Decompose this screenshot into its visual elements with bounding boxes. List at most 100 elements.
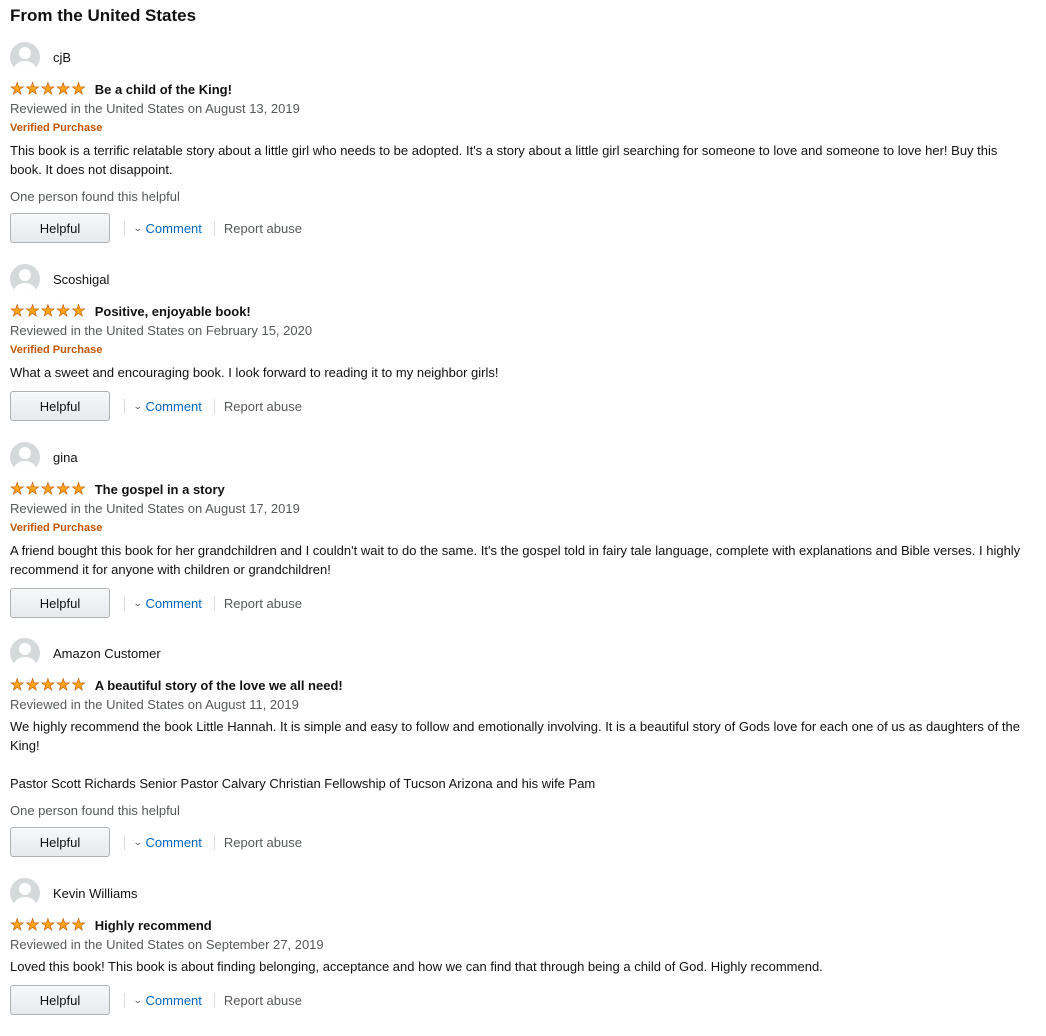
reviewer-profile[interactable]: cjB (10, 41, 1036, 73)
default-profile-avatar-icon (10, 878, 40, 908)
star-rating[interactable]: ★ ★ ★ ★ ★ (10, 302, 86, 320)
review-actions: Helpful ⌄ Comment Report abuse (10, 985, 1036, 1015)
default-profile-avatar-icon (10, 264, 40, 294)
comment-toggle[interactable]: ⌄ Comment (132, 992, 202, 1008)
review-paragraph: What a sweet and encouraging book. I loo… (10, 365, 499, 380)
review-title[interactable]: The gospel in a story (95, 482, 225, 497)
review: Kevin Williams ★ ★ ★ ★ ★ Highly recommend Revie… (10, 877, 1036, 1015)
star-icon: ★ (71, 480, 86, 498)
verified-purchase-badge: Verified Purchase (10, 522, 103, 534)
section-title: From the United States (10, 6, 197, 25)
review-date: Reviewed in the United States on August … (10, 101, 300, 116)
star-icon: ★ (56, 916, 71, 934)
review-title[interactable]: A beautiful story of the love we all nee… (95, 678, 343, 693)
star-icon: ★ (40, 480, 56, 498)
review-list: cjB ★ ★ ★ ★ ★ Be a child of the King! Reviewed … (10, 41, 1036, 1015)
comment-toggle[interactable]: ⌄ Comment (133, 398, 202, 414)
review-actions: Helpful ⌄ Comment Report abuse (10, 588, 1036, 618)
review-paragraph: We highly recommend the book Little Hann… (10, 719, 1020, 753)
reviewer-profile[interactable]: Kevin Williams (10, 877, 1036, 909)
review: gina ★ ★ ★ ★ ★ The gospel in a story Reviewed i… (10, 441, 1036, 618)
review-date: Reviewed in the United States on Septemb… (10, 937, 324, 952)
star-icon: ★ (40, 80, 56, 98)
star-icon: ★ (56, 302, 71, 320)
review: Amazon Customer ★ ★ ★ ★ ★ A beautiful story of… (10, 637, 1036, 857)
divider (124, 595, 125, 611)
report-abuse-link[interactable]: Report abuse (224, 835, 302, 850)
review-actions: Helpful ⌄ Comment Report abuse (10, 391, 1036, 421)
star-icon: ★ (40, 676, 56, 694)
review-paragraph: A friend bought this book for her grandc… (10, 543, 1021, 577)
review: Scoshigal ★ ★ ★ ★ ★ Positive, enjoyable book! R… (10, 263, 1036, 421)
helpful-button[interactable]: Helpful (10, 588, 110, 618)
star-icon: ★ (56, 480, 71, 498)
comment-toggle[interactable]: ⌄ Comment (132, 595, 202, 611)
divider (124, 992, 125, 1008)
divider (124, 834, 125, 850)
report-abuse-link[interactable]: Report abuse (224, 596, 302, 611)
report-abuse-link[interactable]: Report abuse (224, 993, 302, 1008)
review-body: A friend bought this book for her grandc… (10, 541, 1036, 579)
star-icon: ★ (25, 480, 40, 498)
star-icon: ★ (40, 302, 56, 320)
comment-label: Comment (145, 834, 202, 850)
review-date: Reviewed in the United States on August … (10, 501, 300, 516)
report-abuse-link[interactable]: Report abuse (224, 399, 302, 414)
review-date: Reviewed in the United States on August … (10, 697, 299, 712)
star-icon: ★ (56, 676, 71, 694)
helpful-count: One person found this helpful (10, 189, 180, 204)
star-icon: ★ (71, 80, 86, 98)
divider (213, 398, 215, 414)
helpful-button[interactable]: Helpful (10, 985, 110, 1015)
star-icon: ★ (71, 676, 86, 694)
star-icon: ★ (71, 302, 86, 320)
default-profile-avatar-icon (10, 42, 40, 72)
review-title[interactable]: Be a child of the King! (95, 82, 232, 97)
reviews-page: From the United States cjB ★ ★ ★ ★ ★ Be a chil… (0, 0, 1046, 1015)
chevron-down-icon: ⌄ (132, 597, 143, 608)
star-icon: ★ (25, 302, 40, 320)
helpful-button[interactable]: Helpful (10, 213, 110, 243)
review-actions: Helpful ⌄ Comment Report abuse (10, 827, 1036, 857)
star-icon: ★ (10, 916, 25, 934)
review-paragraph: Pastor Scott Richards Senior Pastor Calv… (10, 776, 596, 791)
reviewer-profile[interactable]: gina (10, 441, 1036, 473)
comment-label: Comment (145, 398, 202, 414)
review-title[interactable]: Highly recommend (95, 918, 212, 933)
review-body: We highly recommend the book Little Hann… (10, 717, 1036, 793)
star-rating[interactable]: ★ ★ ★ ★ ★ (10, 80, 86, 98)
helpful-button[interactable]: Helpful (10, 391, 110, 421)
reviewer-name[interactable]: Amazon Customer (53, 646, 161, 661)
star-icon: ★ (25, 676, 40, 694)
chevron-down-icon: ⌄ (132, 994, 143, 1005)
divider (213, 595, 215, 611)
comment-toggle[interactable]: ⌄ Comment (132, 220, 202, 236)
star-rating[interactable]: ★ ★ ★ ★ ★ (10, 676, 86, 694)
reviewer-name[interactable]: cjB (53, 50, 71, 65)
review-body: Loved this book! This book is about find… (10, 957, 1036, 976)
review-title[interactable]: Positive, enjoyable book! (95, 304, 251, 319)
default-profile-avatar-icon (10, 638, 40, 668)
comment-label: Comment (145, 992, 202, 1008)
divider (124, 398, 125, 414)
comment-toggle[interactable]: ⌄ Comment (133, 834, 202, 850)
reviewer-profile[interactable]: Amazon Customer (10, 637, 1036, 669)
star-rating[interactable]: ★ ★ ★ ★ ★ (10, 480, 86, 498)
helpful-count: One person found this helpful (10, 803, 180, 818)
chevron-down-icon: ⌄ (132, 222, 143, 233)
review-paragraph: This book is a terrific relatable story … (10, 143, 998, 177)
helpful-button[interactable]: Helpful (10, 827, 110, 857)
comment-label: Comment (145, 595, 202, 611)
reviewer-name[interactable]: gina (53, 450, 78, 465)
comment-label: Comment (145, 220, 202, 236)
star-icon: ★ (10, 80, 25, 98)
report-abuse-link[interactable]: Report abuse (224, 221, 302, 236)
star-icon: ★ (71, 916, 86, 934)
reviewer-profile[interactable]: Scoshigal (10, 263, 1036, 295)
star-icon: ★ (40, 916, 56, 934)
reviewer-name[interactable]: Kevin Williams (53, 886, 138, 901)
star-icon: ★ (25, 916, 40, 934)
reviewer-name[interactable]: Scoshigal (53, 272, 109, 287)
star-rating[interactable]: ★ ★ ★ ★ ★ (10, 916, 86, 934)
star-icon: ★ (25, 80, 40, 98)
